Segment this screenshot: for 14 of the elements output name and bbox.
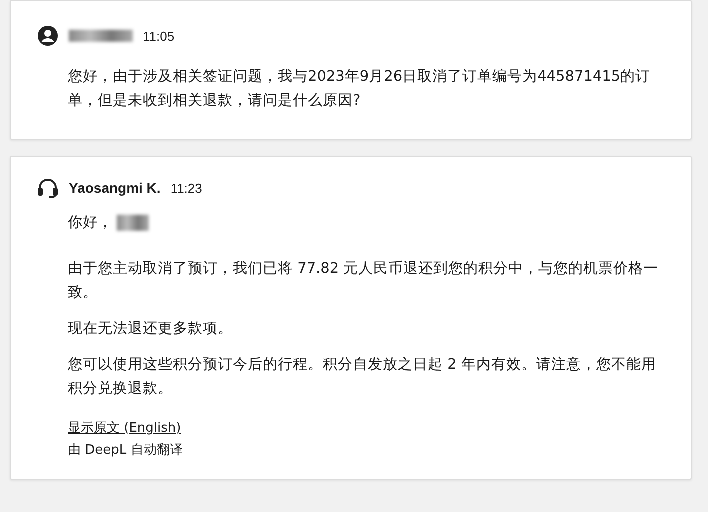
sender-name: Yaosangmi K. (69, 180, 161, 196)
message-time: 11:23 (170, 180, 202, 196)
show-original-link[interactable]: 显示原文 (English) (68, 419, 182, 437)
blurred-name (69, 30, 133, 42)
translation-note: 由 DeepL 自动翻译 (68, 442, 184, 459)
blurred-name (117, 215, 149, 231)
message-text: 由于您主动取消了预订，我们已将 77.82 元人民币退还到您的积分中，与您的机票价格一致。 (68, 260, 660, 303)
message-text: 您可以使用这些积分预订今后的行程。积分自发放之日起 2 年内有效。请注意，您不能用积分兑换退款。 (68, 356, 658, 399)
message-text: 现在无法退还更多款项。 (68, 320, 234, 339)
headset-icon (37, 177, 59, 199)
user-avatar-icon (37, 25, 59, 47)
message-text: 您好，由于涉及相关签证问题，我与2023年9月26日取消了订单编号为445871415的订单，但是未收到相关退款，请问是什么原因? (68, 68, 652, 111)
message-time: 11:05 (143, 28, 175, 44)
greeting-text: 你好， (68, 214, 113, 233)
